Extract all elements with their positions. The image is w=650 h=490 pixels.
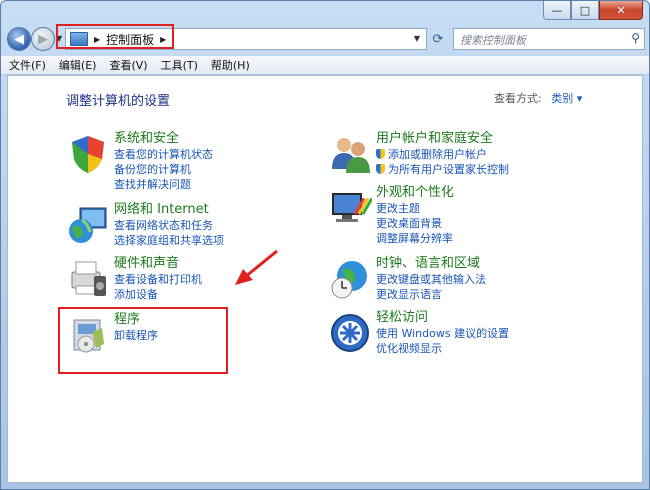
content-pane: 调整计算机的设置 查看方式: 类别 ▾ 系统和安全 查看您的计算机状态 备份您的… (7, 75, 643, 483)
category-title-network[interactable]: 网络和 Internet (114, 202, 224, 218)
address-dropdown-icon[interactable]: ▼ (414, 34, 420, 43)
users-icon (328, 133, 372, 175)
menu-edit[interactable]: 编辑(E) (59, 57, 97, 73)
view-by-label: 查看方式: (494, 92, 542, 105)
forward-button[interactable]: ▶ (31, 27, 55, 51)
menu-help[interactable]: 帮助(H) (211, 57, 250, 73)
link-homegroup[interactable]: 选择家庭组和共享选项 (114, 233, 224, 248)
link-optimize-display[interactable]: 优化视频显示 (376, 341, 509, 356)
refresh-icon[interactable]: ⟳ (429, 30, 447, 48)
link-backup[interactable]: 备份您的计算机 (114, 162, 213, 177)
view-by: 查看方式: 类别 ▾ (494, 90, 582, 106)
link-troubleshoot[interactable]: 查找并解决问题 (114, 177, 213, 192)
menu-file[interactable]: 文件(F) (9, 57, 46, 73)
link-add-device[interactable]: 添加设备 (114, 287, 202, 302)
close-button[interactable]: ✕ (599, 1, 643, 20)
search-input[interactable]: 搜索控制面板 ⚲ (453, 28, 645, 50)
address-highlight-box (56, 24, 174, 49)
red-arrow-icon (235, 249, 278, 285)
link-recommended-settings[interactable]: 使用 Windows 建议的设置 (376, 326, 509, 341)
link-desktop-background[interactable]: 更改桌面背景 (376, 216, 454, 231)
menu-tools[interactable]: 工具(T) (161, 57, 198, 73)
ease-of-access-icon (328, 312, 372, 354)
programs-highlight-box (58, 307, 228, 374)
category-title-users[interactable]: 用户帐户和家庭安全 (376, 131, 509, 147)
category-title-system[interactable]: 系统和安全 (114, 131, 213, 147)
clock-globe-icon (328, 258, 372, 300)
link-network-status[interactable]: 查看网络状态和任务 (114, 218, 224, 233)
control-panel-window: — □ ✕ ◀ ▶ ▼ ▶ 控制面板 ▶ ▼ ⟳ 搜索控制面板 ⚲ 文件(F) … (0, 0, 650, 490)
page-title: 调整计算机的设置 (66, 94, 171, 109)
search-icon[interactable]: ⚲ (631, 31, 640, 45)
link-display-language[interactable]: 更改显示语言 (376, 287, 486, 302)
window-controls: — □ ✕ (543, 1, 643, 20)
shield-icon (66, 133, 110, 175)
back-button[interactable]: ◀ (7, 27, 31, 51)
category-title-ease[interactable]: 轻松访问 (376, 310, 509, 326)
link-screen-resolution[interactable]: 调整屏幕分辨率 (376, 231, 454, 246)
menu-bar: 文件(F) 编辑(E) 查看(V) 工具(T) 帮助(H) (1, 56, 649, 75)
category-title-clock[interactable]: 时钟、语言和区域 (376, 256, 486, 272)
link-parental-controls[interactable]: 为所有用户设置家长控制 (376, 162, 509, 177)
link-keyboard-input[interactable]: 更改键盘或其他输入法 (376, 272, 486, 287)
link-change-theme[interactable]: 更改主题 (376, 201, 454, 216)
maximize-button[interactable]: □ (571, 1, 599, 20)
link-devices-printers[interactable]: 查看设备和打印机 (114, 272, 202, 287)
search-placeholder: 搜索控制面板 (460, 34, 526, 47)
minimize-button[interactable]: — (543, 1, 571, 20)
menu-view[interactable]: 查看(V) (109, 57, 147, 73)
printer-icon (66, 258, 110, 300)
network-globe-icon (66, 204, 110, 246)
monitor-paint-icon (328, 187, 374, 229)
category-title-appearance[interactable]: 外观和个性化 (376, 185, 454, 201)
view-by-dropdown[interactable]: 类别 ▾ (551, 92, 582, 105)
link-view-status[interactable]: 查看您的计算机状态 (114, 147, 213, 162)
category-title-hardware[interactable]: 硬件和声音 (114, 256, 202, 272)
link-add-remove-accounts[interactable]: 添加或删除用户帐户 (376, 147, 509, 162)
